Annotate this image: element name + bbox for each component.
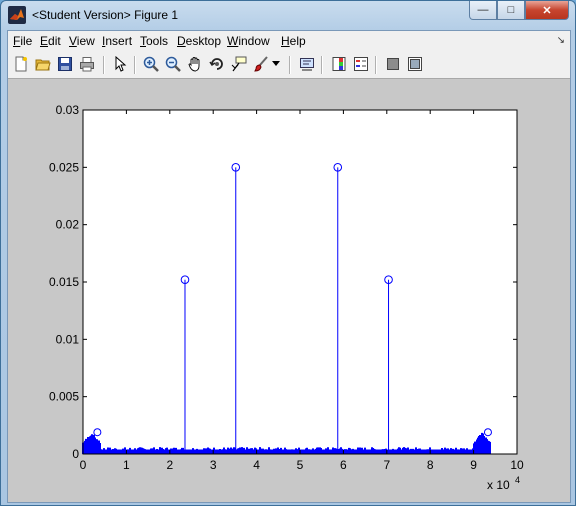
toolbar-separator bbox=[289, 56, 291, 74]
x-tick-label-5: 5 bbox=[297, 458, 304, 472]
menu-insert[interactable]: Insert bbox=[102, 34, 132, 48]
menu-desktop-accel: D bbox=[177, 34, 186, 48]
save-icon[interactable] bbox=[56, 55, 74, 73]
figure-toolbar bbox=[8, 52, 570, 79]
show-plot-tools-icon[interactable] bbox=[406, 55, 424, 73]
y-tick-label-6: 0.03 bbox=[56, 103, 80, 117]
edit-plot-arrow-icon[interactable] bbox=[111, 55, 129, 73]
axes-background bbox=[83, 110, 517, 454]
figure-client-area: File Edit View Insert Tools Desktop Wind… bbox=[7, 30, 571, 503]
new-figure-icon[interactable] bbox=[12, 55, 30, 73]
hide-plot-tools-icon[interactable] bbox=[384, 55, 402, 73]
close-button[interactable]: ✕ bbox=[525, 1, 569, 20]
x-tick-label-1: 1 bbox=[123, 458, 130, 472]
legend-icon[interactable] bbox=[352, 55, 370, 73]
menu-window-rest: indow bbox=[238, 34, 270, 48]
title-bar[interactable]: <Student Version> Figure 1 — □ ✕ bbox=[1, 1, 575, 31]
x-tick-label-10: 10 bbox=[510, 458, 524, 472]
matlab-logo-icon bbox=[8, 6, 26, 24]
toolbar-separator bbox=[375, 56, 377, 74]
axes-plot[interactable]: 0 1 2 3 4 5 6 7 8 9 10 0 0.005 0.01 0.015 0.02 0.025 0.03… bbox=[8, 79, 570, 502]
menu-tools[interactable]: Tools bbox=[140, 34, 168, 48]
link-plot-icon[interactable] bbox=[298, 55, 316, 73]
menu-edit[interactable]: Edit bbox=[40, 34, 61, 48]
menu-view[interactable]: View bbox=[69, 34, 95, 48]
x-exponent-power: 4 bbox=[515, 475, 520, 485]
menu-desktop[interactable]: Desktop bbox=[177, 34, 221, 48]
menu-insert-rest: nsert bbox=[105, 34, 133, 48]
zoom-in-icon[interactable] bbox=[142, 55, 160, 73]
plot-area: 0 1 2 3 4 5 6 7 8 9 10 0 0.005 0.01 0.015 0.02 0.025 0.03… bbox=[8, 79, 570, 502]
menu-edit-rest: dit bbox=[48, 34, 61, 48]
menu-edit-accel: E bbox=[40, 34, 49, 48]
menu-window[interactable]: Window bbox=[227, 34, 270, 48]
open-file-icon[interactable] bbox=[34, 55, 52, 73]
x-tick-label-4: 4 bbox=[253, 458, 260, 472]
menu-bar: File Edit View Insert Tools Desktop Wind… bbox=[8, 31, 570, 53]
x-tick-label-6: 6 bbox=[340, 458, 347, 472]
menu-help-accel: H bbox=[281, 34, 290, 48]
y-tick-label-0: 0 bbox=[72, 447, 79, 461]
y-tick-label-2: 0.01 bbox=[56, 332, 80, 346]
x-tick-label-8: 8 bbox=[427, 458, 434, 472]
figure-window: <Student Version> Figure 1 — □ ✕ File Ed… bbox=[0, 0, 576, 506]
window-title: <Student Version> Figure 1 bbox=[32, 8, 179, 22]
window-controls: — □ ✕ bbox=[469, 1, 569, 21]
x-exponent-label: x 10 bbox=[487, 478, 510, 492]
menu-help-rest: elp bbox=[289, 34, 306, 48]
toolbar-separator bbox=[134, 56, 136, 74]
rotate-3d-icon[interactable] bbox=[208, 55, 226, 73]
menu-file-rest: ile bbox=[20, 34, 33, 48]
x-tick-label-9: 9 bbox=[470, 458, 477, 472]
y-tick-label-3: 0.015 bbox=[49, 275, 79, 289]
x-tick-label-7: 7 bbox=[383, 458, 390, 472]
menu-tools-rest: ools bbox=[146, 34, 169, 48]
brush-dropdown-icon[interactable] bbox=[270, 55, 282, 73]
maximize-button[interactable]: □ bbox=[497, 1, 525, 20]
x-tick-label-3: 3 bbox=[210, 458, 217, 472]
menu-help[interactable]: Help bbox=[281, 34, 306, 48]
zoom-out-icon[interactable] bbox=[164, 55, 182, 73]
toolbar-separator bbox=[103, 56, 105, 74]
data-cursor-icon[interactable] bbox=[230, 55, 248, 73]
y-tick-label-1: 0.005 bbox=[49, 390, 79, 404]
y-tick-label-5: 0.025 bbox=[49, 160, 79, 174]
menu-file[interactable]: File bbox=[13, 34, 32, 48]
menu-window-accel: W bbox=[227, 34, 239, 48]
dock-arrow-icon[interactable]: ↘ bbox=[557, 35, 565, 46]
colorbar-icon[interactable] bbox=[330, 55, 348, 73]
x-tick-label-0: 0 bbox=[80, 458, 87, 472]
x-tick-label-2: 2 bbox=[166, 458, 173, 472]
menu-view-rest: iew bbox=[76, 34, 95, 48]
menu-view-accel: V bbox=[69, 34, 77, 48]
print-icon[interactable] bbox=[78, 55, 96, 73]
toolbar-separator bbox=[321, 56, 323, 74]
brush-icon[interactable] bbox=[252, 55, 270, 73]
pan-hand-icon[interactable] bbox=[186, 55, 204, 73]
menu-desktop-rest: esktop bbox=[185, 34, 222, 48]
minimize-button[interactable]: — bbox=[469, 1, 497, 20]
y-tick-label-4: 0.02 bbox=[56, 218, 80, 232]
